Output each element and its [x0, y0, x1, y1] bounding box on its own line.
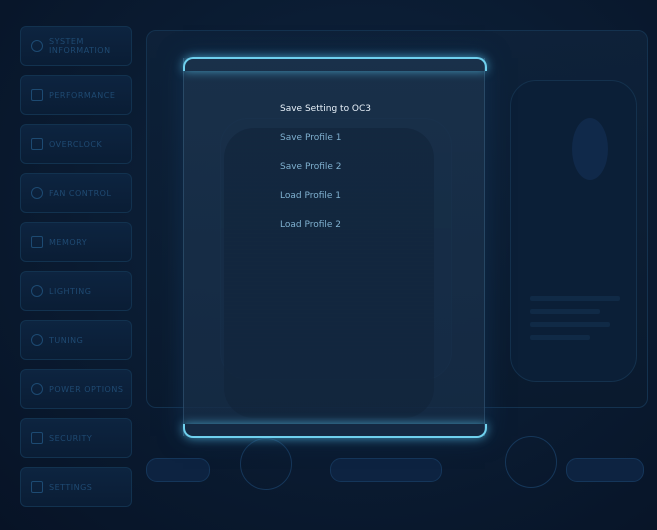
menu-item-load-profile-1[interactable]: Load Profile 1 [280, 187, 371, 216]
info-icon [31, 40, 43, 52]
menu-item-save-setting-oc3[interactable]: Save Setting to OC3 [280, 100, 371, 129]
sidebar-item-system-information[interactable]: SYSTEM INFORMATION [20, 26, 132, 66]
sidebar-item-settings[interactable]: SETTINGS [20, 467, 132, 507]
sidebar-item-security[interactable]: SECURITY [20, 418, 132, 458]
app-window: SYSTEM INFORMATION PERFORMANCE OVERCLOCK… [0, 0, 657, 530]
sidebar-item-label: LIGHTING [49, 286, 92, 296]
sidebar-item-label: TUNING [49, 335, 84, 345]
sidebar-item-label: OVERCLOCK [49, 139, 103, 149]
device-image [572, 118, 608, 180]
sidebar-item-label: PERFORMANCE [49, 90, 116, 100]
tuning-icon [31, 334, 43, 346]
sidebar-item-label: FAN CONTROL [49, 188, 112, 198]
left-dial[interactable] [240, 438, 292, 490]
menu-item-load-profile-2[interactable]: Load Profile 2 [280, 216, 371, 245]
settings-icon [31, 481, 43, 493]
memory-icon [31, 236, 43, 248]
sidebar-item-label: SECURITY [49, 433, 93, 443]
bottom-left-button[interactable] [146, 458, 210, 482]
device-description [530, 296, 630, 348]
sidebar-item-label: SYSTEM INFORMATION [49, 37, 111, 55]
sidebar-item-lighting[interactable]: LIGHTING [20, 271, 132, 311]
overlay-bottom-glow-edge [183, 424, 487, 438]
sidebar-item-label: SETTINGS [49, 482, 93, 492]
center-selector[interactable] [330, 458, 442, 482]
menu-item-save-profile-1[interactable]: Save Profile 1 [280, 129, 371, 158]
right-dial[interactable] [505, 436, 557, 488]
sidebar-item-label: POWER OPTIONS [49, 384, 124, 394]
sidebar-item-label: MEMORY [49, 237, 88, 247]
fan-icon [31, 187, 43, 199]
sidebar-item-overclock[interactable]: OVERCLOCK [20, 124, 132, 164]
profile-menu: Save Setting to OC3 Save Profile 1 Save … [280, 100, 371, 245]
gauge-icon [31, 89, 43, 101]
power-icon [31, 383, 43, 395]
save-load-button[interactable] [566, 458, 644, 482]
lock-icon [31, 432, 43, 444]
menu-item-save-profile-2[interactable]: Save Profile 2 [280, 158, 371, 187]
sidebar-item-power-options[interactable]: POWER OPTIONS [20, 369, 132, 409]
sidebar-item-performance[interactable]: PERFORMANCE [20, 75, 132, 115]
sidebar-item-tuning[interactable]: TUNING [20, 320, 132, 360]
overlay-top-glow-edge [183, 57, 487, 71]
sidebar-item-fan-control[interactable]: FAN CONTROL [20, 173, 132, 213]
sidebar-item-memory[interactable]: MEMORY [20, 222, 132, 262]
cpu-icon [31, 138, 43, 150]
gear-icon [31, 285, 43, 297]
sidebar: SYSTEM INFORMATION PERFORMANCE OVERCLOCK… [20, 26, 132, 516]
